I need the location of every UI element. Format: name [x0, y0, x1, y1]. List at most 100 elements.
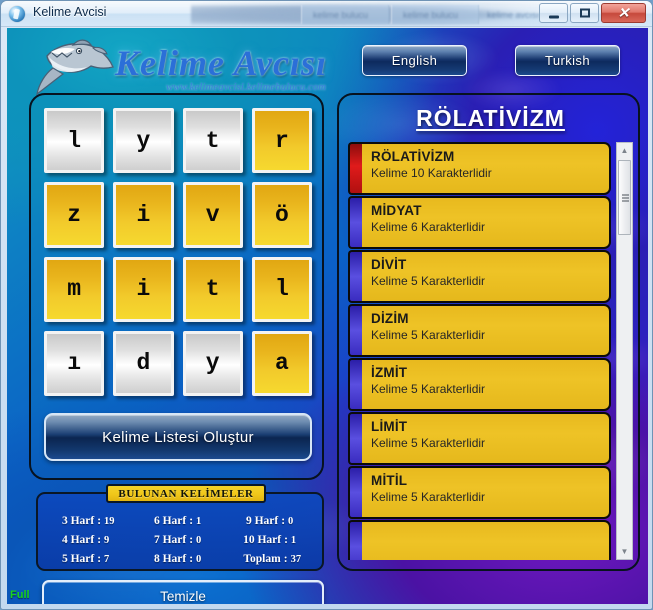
- stat-separator: :: [189, 553, 194, 566]
- word-item-detail: Kelime 5 Karakterlidir: [371, 490, 486, 504]
- titlebar-ghost-text-3: kelime avcısı: [487, 10, 540, 20]
- app-canvas: Kelime Avcısı www.kelimeavcisi.kelimebul…: [7, 28, 648, 604]
- results-scrollbar[interactable]: ▲ ▼: [616, 142, 633, 560]
- found-words-stats-panel: BULUNAN KELİMELER 3 Harf:19 6 Harf:1 9 Har…: [36, 484, 324, 571]
- word-list-item[interactable]: [348, 520, 611, 560]
- stat-separator: :: [281, 514, 286, 527]
- stat-label: Toplam: [243, 553, 281, 566]
- stat-value: 37: [290, 554, 302, 566]
- item-accent-icon: [348, 196, 362, 249]
- scroll-down-icon[interactable]: ▼: [617, 544, 632, 559]
- stat-item: 4 Harf:9: [44, 534, 136, 546]
- clear-button[interactable]: Temizle: [42, 580, 324, 604]
- stat-label: 5 Harf: [61, 553, 95, 566]
- logo-url: www.kelimeavcisi.kelimebulucu.com: [166, 82, 327, 93]
- word-item-name: İZMİT: [371, 365, 408, 380]
- word-item-name: LİMİT: [371, 419, 408, 434]
- stat-value: 1: [196, 515, 202, 527]
- titlebar-ghost-text-1: kelime bulucu: [313, 10, 369, 20]
- close-button[interactable]: ✕: [601, 3, 646, 23]
- stat-item: 3 Harf:19: [44, 515, 136, 527]
- word-list-item[interactable]: DİVİT Kelime 5 Karakterlidir: [348, 250, 611, 303]
- stat-value: 0: [196, 554, 202, 566]
- language-english-button[interactable]: English: [362, 45, 467, 76]
- maximize-button[interactable]: [570, 3, 599, 23]
- create-word-list-button[interactable]: Kelime Listesi Oluştur: [44, 413, 312, 461]
- word-list-item[interactable]: DİZİM Kelime 5 Karakterlidir: [348, 304, 611, 357]
- word-item-body: MİDYAT Kelime 6 Karakterlidir: [362, 196, 611, 249]
- word-list-item[interactable]: MİTİL Kelime 5 Karakterlidir: [348, 466, 611, 519]
- word-item-name: MİTİL: [371, 473, 408, 488]
- letter-tile[interactable]: l: [251, 256, 312, 322]
- brand-logo: Kelime Avcısı www.kelimeavcisi.kelimebul…: [33, 36, 333, 98]
- minimize-button[interactable]: [539, 3, 568, 23]
- title-bar: kelime bulucu kelime bulucu kelime avcıs…: [1, 1, 652, 27]
- letter-tile[interactable]: l: [44, 108, 105, 174]
- language-turkish-button[interactable]: Turkish: [515, 45, 620, 76]
- item-accent-icon: [348, 412, 362, 465]
- stat-value: 0: [288, 515, 294, 527]
- word-list-item[interactable]: RÖLATİVİZM Kelime 10 Karakterlidir: [348, 142, 611, 195]
- stat-separator: :: [97, 514, 102, 527]
- maximize-icon: [579, 8, 590, 18]
- word-item-body: İZMİT Kelime 5 Karakterlidir: [362, 358, 611, 411]
- letter-tile[interactable]: ö: [251, 182, 312, 248]
- stat-separator: :: [189, 514, 194, 527]
- word-item-body: LİMİT Kelime 5 Karakterlidir: [362, 412, 611, 465]
- stat-item: 9 Harf:0: [228, 515, 320, 527]
- stat-separator: :: [97, 553, 102, 566]
- stat-value: 0: [196, 534, 202, 546]
- stat-label: 9 Harf: [245, 514, 279, 527]
- stat-item: 8 Harf:0: [136, 553, 228, 565]
- letter-tile[interactable]: m: [44, 256, 105, 322]
- word-item-detail: Kelime 5 Karakterlidir: [371, 328, 486, 342]
- scroll-up-icon[interactable]: ▲: [617, 143, 632, 158]
- word-item-name: DİZİM: [371, 311, 409, 326]
- language-english-label: English: [391, 53, 438, 68]
- item-accent-icon: [348, 520, 362, 560]
- word-item-name: RÖLATİVİZM: [371, 149, 455, 164]
- word-item-detail: Kelime 5 Karakterlidir: [371, 436, 486, 450]
- letter-tile[interactable]: i: [113, 182, 174, 248]
- results-panel: RÖLATİVİZM RÖLATİVİZM Kelime 10 Karakterl…: [337, 93, 640, 571]
- stat-separator: :: [189, 533, 194, 546]
- word-item-name: DİVİT: [371, 257, 407, 272]
- letter-tile[interactable]: y: [113, 108, 174, 174]
- scrollbar-thumb[interactable]: [618, 160, 631, 235]
- window-title: Kelime Avcisi: [33, 5, 107, 19]
- item-accent-icon: [348, 358, 362, 411]
- word-list-item[interactable]: MİDYAT Kelime 6 Karakterlidir: [348, 196, 611, 249]
- letter-tile[interactable]: a: [251, 330, 312, 396]
- word-list-item[interactable]: İZMİT Kelime 5 Karakterlidir: [348, 358, 611, 411]
- letter-tile[interactable]: v: [182, 182, 243, 248]
- app-icon: [9, 6, 25, 22]
- stat-item: 7 Harf:0: [136, 534, 228, 546]
- stat-label: 8 Harf: [153, 553, 187, 566]
- letter-tile[interactable]: r: [251, 108, 312, 174]
- letter-tile[interactable]: t: [182, 108, 243, 174]
- letter-tile[interactable]: t: [182, 256, 243, 322]
- letter-tile[interactable]: z: [44, 182, 105, 248]
- stat-value: 9: [104, 534, 110, 546]
- letter-tile[interactable]: y: [182, 330, 243, 396]
- word-list-item[interactable]: LİMİT Kelime 5 Karakterlidir: [348, 412, 611, 465]
- letter-tile[interactable]: ı: [44, 330, 105, 396]
- stat-label: 4 Harf: [61, 533, 95, 546]
- stat-value: 19: [104, 515, 115, 527]
- application-window: kelime bulucu kelime bulucu kelime avcıs…: [0, 0, 653, 610]
- minimize-icon: [548, 15, 559, 19]
- letters-panel: lytrzivömitlıdya Kelime Listesi Oluştur: [29, 93, 324, 480]
- stat-label: 3 Harf: [61, 514, 95, 527]
- letter-tile[interactable]: i: [113, 256, 174, 322]
- letter-grid: lytrzivömitlıdya: [44, 108, 312, 396]
- item-accent-icon: [348, 466, 362, 519]
- status-badge: Full: [10, 589, 30, 601]
- word-item-body: RÖLATİVİZM Kelime 10 Karakterlidir: [362, 142, 611, 195]
- stat-item: 6 Harf:1: [136, 515, 228, 527]
- letter-tile[interactable]: d: [113, 330, 174, 396]
- stat-item: 10 Harf:1: [228, 534, 320, 546]
- word-item-body: DİZİM Kelime 5 Karakterlidir: [362, 304, 611, 357]
- stat-label: 7 Harf: [153, 533, 187, 546]
- results-list: RÖLATİVİZM Kelime 10 Karakterlidir MİDYAT K…: [348, 142, 611, 560]
- word-item-detail: Kelime 6 Karakterlidir: [371, 220, 486, 234]
